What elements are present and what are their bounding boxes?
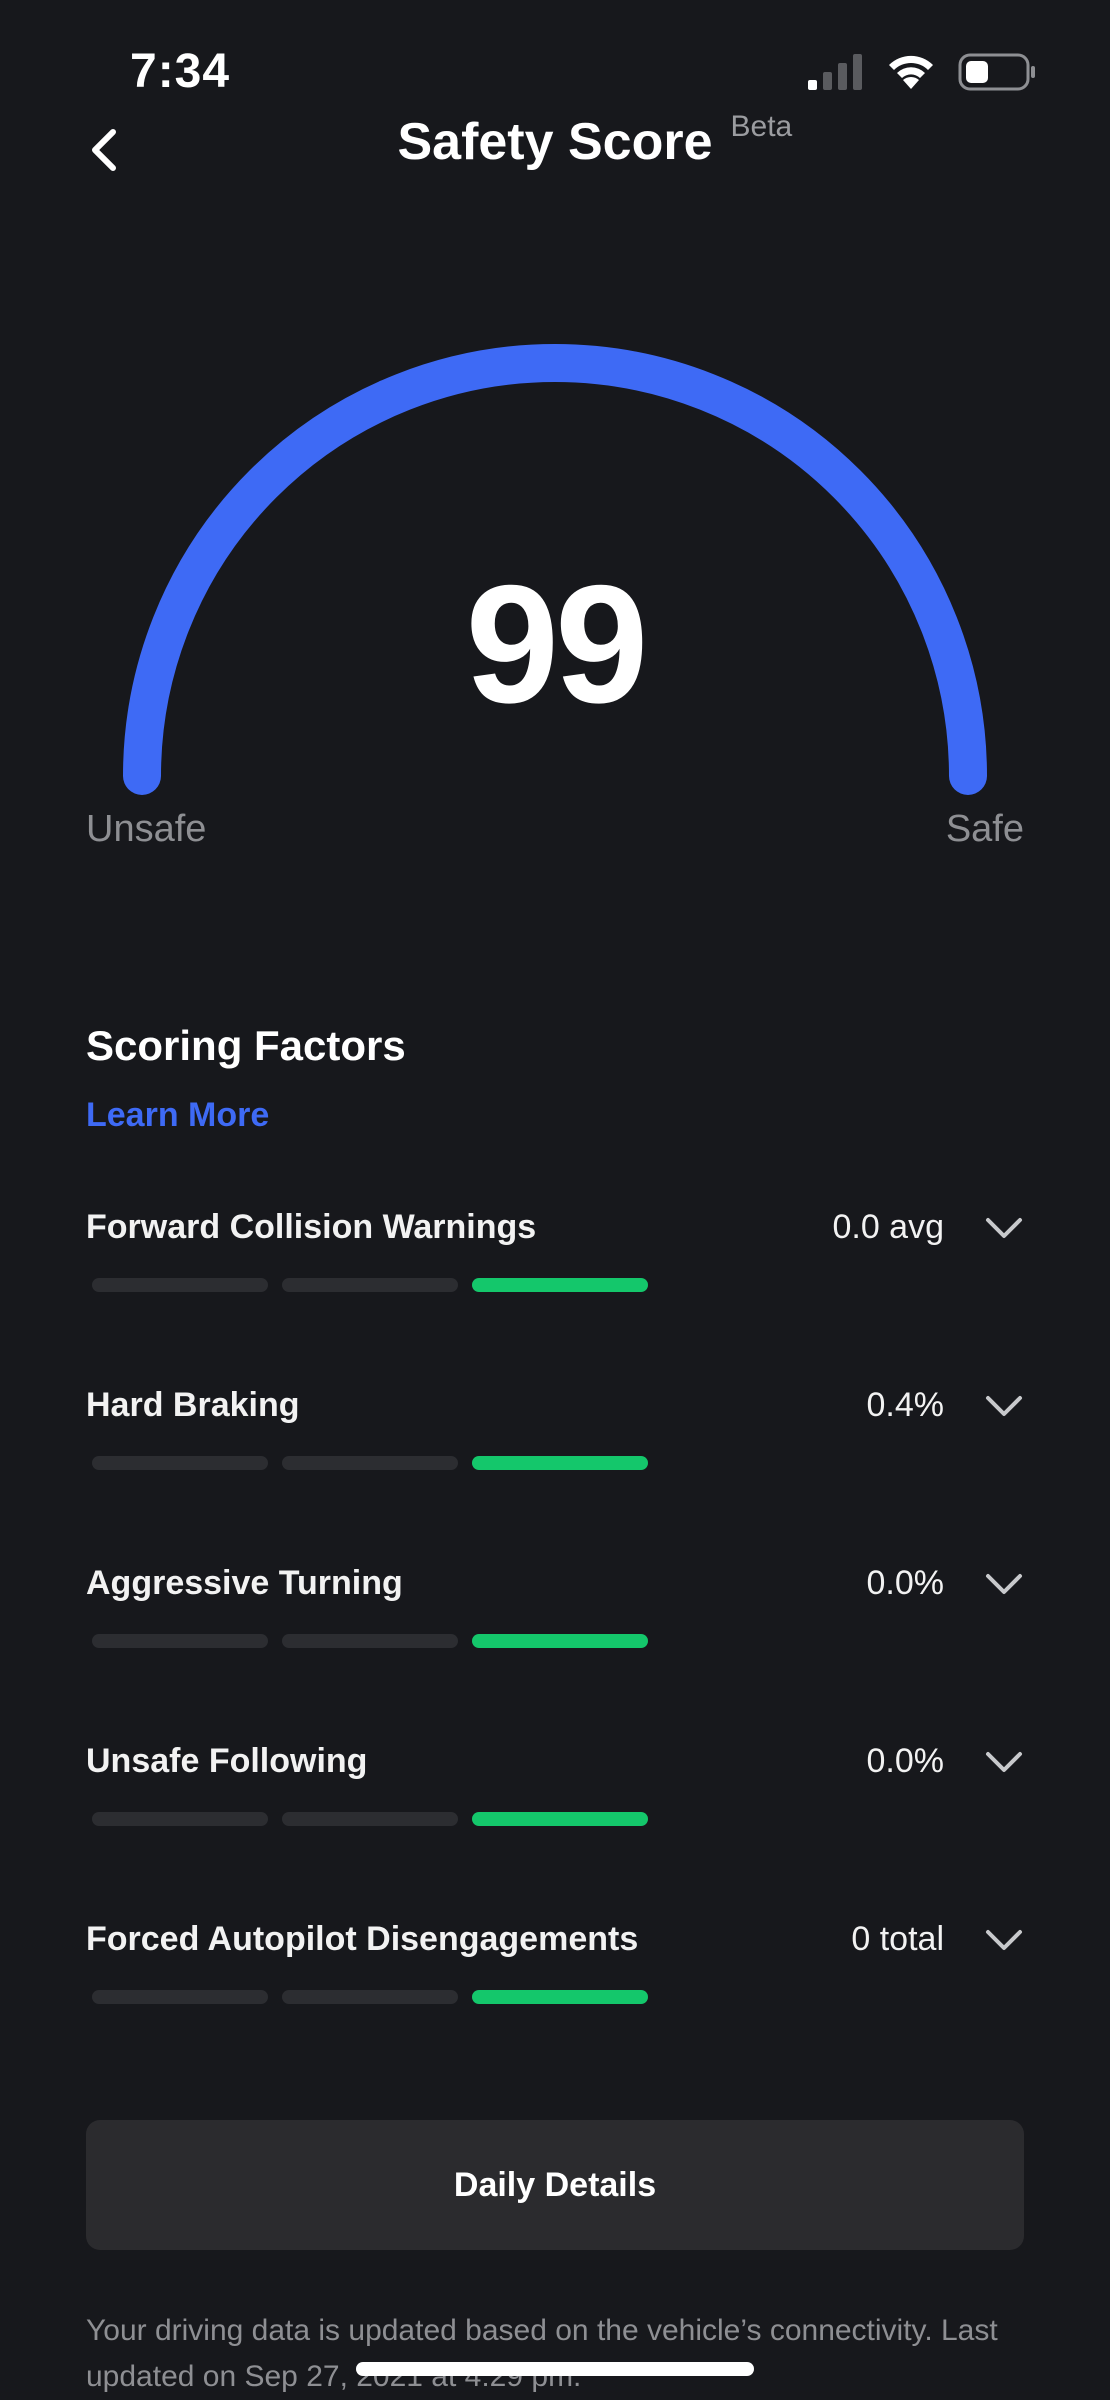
rating-segment	[282, 1634, 458, 1648]
learn-more-link[interactable]: Learn More	[86, 1096, 269, 1135]
score-gauge	[123, 344, 987, 795]
safety-score-value: 99	[465, 550, 649, 738]
chevron-down-icon[interactable]	[984, 1214, 1024, 1242]
rating-segment	[282, 1812, 458, 1826]
factor-name: Unsafe Following	[86, 1742, 368, 1780]
factor-name: Aggressive Turning	[86, 1564, 403, 1602]
rating-segment	[92, 1278, 268, 1292]
factor-aggressive-turning[interactable]: Aggressive Turning 0.0%	[86, 1564, 1026, 1684]
chevron-down-icon[interactable]	[984, 1926, 1024, 1954]
rating-segment	[472, 1990, 648, 2004]
rating-segment	[92, 1812, 268, 1826]
scoring-factors-title: Scoring Factors	[86, 1022, 406, 1069]
rating-segment	[92, 1456, 268, 1470]
factor-name: Hard Braking	[86, 1386, 300, 1424]
chevron-down-icon[interactable]	[984, 1748, 1024, 1776]
rating-segment	[472, 1634, 648, 1648]
rating-segment	[92, 1634, 268, 1648]
factor-hard-braking[interactable]: Hard Braking 0.4%	[86, 1386, 1026, 1506]
factor-value: 0.0 avg	[832, 1208, 944, 1246]
home-indicator[interactable]	[356, 2362, 754, 2376]
factor-name: Forward Collision Warnings	[86, 1208, 537, 1246]
gauge-label-safe: Safe	[945, 808, 1024, 850]
gauge-label-unsafe: Unsafe	[86, 808, 207, 850]
chevron-down-icon[interactable]	[984, 1392, 1024, 1420]
factor-value: 0.4%	[866, 1386, 945, 1424]
rating-segment	[92, 1990, 268, 2004]
chevron-down-icon[interactable]	[984, 1570, 1024, 1598]
rating-segment	[282, 1456, 458, 1470]
rating-segment	[282, 1278, 458, 1292]
factor-forward-collision-warnings[interactable]: Forward Collision Warnings 0.0 avg	[86, 1208, 1026, 1328]
daily-details-button[interactable]: Daily Details	[86, 2120, 1024, 2250]
factor-value: 0.0%	[866, 1742, 945, 1780]
factor-name: Forced Autopilot Disengagements	[86, 1920, 639, 1958]
rating-segment	[472, 1456, 648, 1470]
factor-value: 0.0%	[866, 1564, 945, 1602]
factor-value: 0 total	[851, 1920, 944, 1958]
rating-segment	[472, 1278, 648, 1292]
safety-score-screen: 7:34 Safety Score Beta 99 Unsafe Safe Sco…	[0, 0, 1110, 2400]
footnote-text: Your driving data is updated based on th…	[86, 2314, 998, 2393]
rating-segment	[472, 1812, 648, 1826]
factor-unsafe-following[interactable]: Unsafe Following 0.0%	[86, 1742, 1026, 1862]
rating-segment	[282, 1990, 458, 2004]
factor-forced-autopilot-disengagements[interactable]: Forced Autopilot Disengagements 0 total	[86, 1920, 1026, 2040]
